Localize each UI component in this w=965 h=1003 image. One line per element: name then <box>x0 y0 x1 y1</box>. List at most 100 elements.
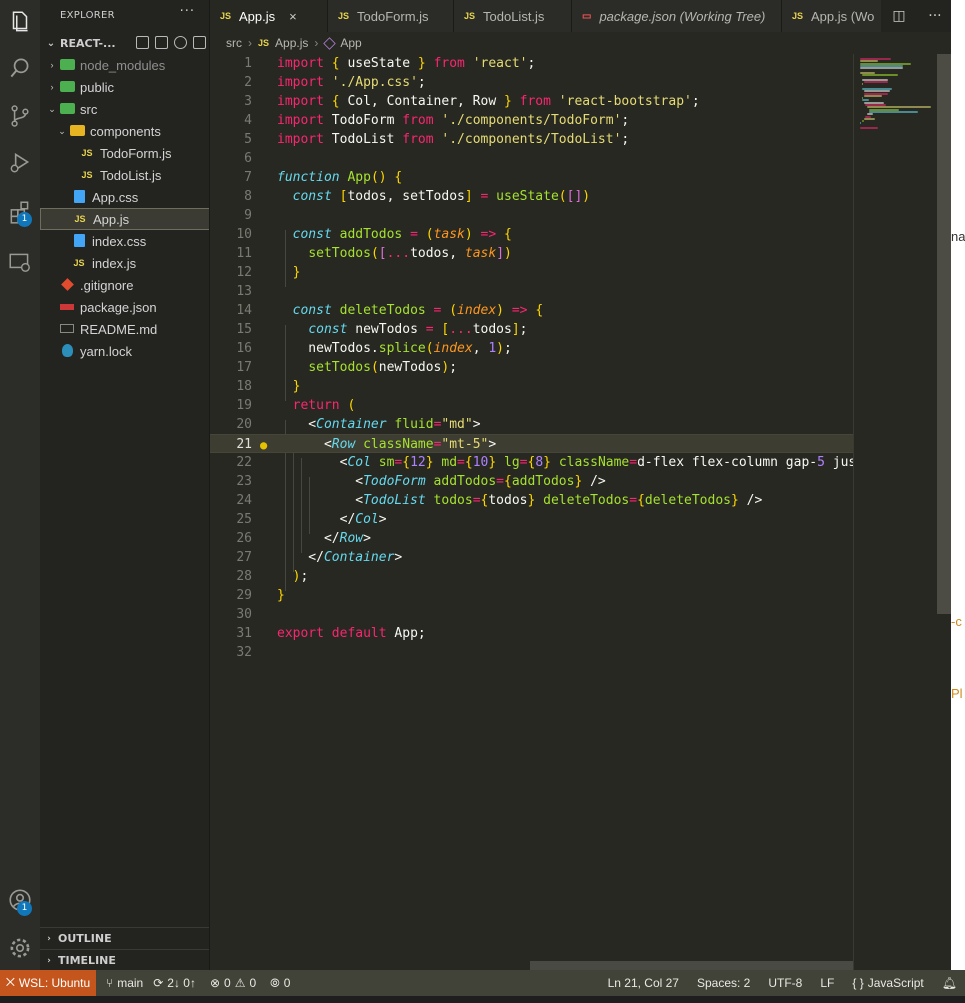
code-line[interactable]: 31 export default App; <box>210 624 853 643</box>
tree-item[interactable]: .gitignore <box>40 274 209 296</box>
ports-indicator[interactable]: ⦾ 0 <box>270 976 290 991</box>
code-line[interactable]: 14 const deleteTodos = (index) => { <box>210 301 853 320</box>
code-line[interactable]: 20 <Container fluid="md"> <box>210 415 853 434</box>
code-line[interactable]: 23 <TodoForm addTodos={addTodos} /> <box>210 472 853 491</box>
end-of-line[interactable]: LF <box>820 976 834 990</box>
collapse-all-icon[interactable] <box>193 36 206 49</box>
breadcrumb-folder[interactable]: src <box>226 36 242 50</box>
notifications-bell-icon[interactable]: 🔔︎ <box>942 976 957 990</box>
code-line[interactable]: 12 } <box>210 263 853 282</box>
line-number: 18 <box>236 379 252 394</box>
code-editor[interactable]: 1 import { useState } from 'react'; 2 impor… <box>210 54 953 970</box>
code-line[interactable]: 29} <box>210 586 853 605</box>
close-tab-icon[interactable]: × <box>289 9 297 24</box>
new-file-icon[interactable] <box>136 36 149 49</box>
code-line[interactable]: 11 setTodos([...todos, task]) <box>210 244 853 263</box>
code-line[interactable]: 25 </Col> <box>210 510 853 529</box>
editor-tab[interactable]: JS TodoForm.js <box>328 0 454 32</box>
code-line[interactable]: 32 <box>210 643 853 662</box>
code-line[interactable]: 2 import './App.css'; <box>210 73 853 92</box>
remote-explorer-icon[interactable] <box>0 242 40 282</box>
minimap-line <box>860 67 903 70</box>
code-line[interactable]: 19 return ( <box>210 396 853 415</box>
code-line[interactable]: 18 } <box>210 377 853 396</box>
js-file-icon: JS <box>258 38 270 48</box>
tree-item[interactable]: › public <box>40 76 209 98</box>
editor-tab[interactable]: JS App.js × <box>210 0 328 32</box>
explorer-more-actions-icon[interactable]: ··· <box>180 4 195 19</box>
tree-item[interactable]: README.md <box>40 318 209 340</box>
breadcrumb-file[interactable]: App.js <box>275 36 308 50</box>
editor-tab[interactable]: JS TodoList.js <box>454 0 572 32</box>
git-branch[interactable]: ⑂ main <box>106 976 143 990</box>
code-line[interactable]: 4 import TodoForm from './components/Todo… <box>210 111 853 130</box>
code-line[interactable]: 10 const addTodos = (task) => { <box>210 225 853 244</box>
tree-item[interactable]: › node_modules <box>40 54 209 76</box>
code-line[interactable]: 30 <box>210 605 853 624</box>
editor-tab[interactable]: JS App.js (Wo <box>782 0 892 32</box>
code-line[interactable]: 17 setTodos(newTodos); <box>210 358 853 377</box>
line-number: 21 <box>236 437 252 452</box>
tree-item[interactable]: yarn.lock <box>40 340 209 362</box>
settings-gear-icon[interactable] <box>0 928 40 968</box>
language-mode[interactable]: { } JavaScript <box>852 976 923 990</box>
more-actions-icon[interactable]: ··· <box>928 8 941 24</box>
source-control-icon[interactable] <box>0 96 40 136</box>
code-line[interactable]: 3 import { Col, Container, Row } from 're… <box>210 92 853 111</box>
code-line[interactable]: 6 <box>210 149 853 168</box>
split-editor-icon[interactable]: ◫ <box>892 8 905 24</box>
tree-item[interactable]: JS index.js <box>40 252 209 274</box>
code-line[interactable]: 9 <box>210 206 853 225</box>
code-line[interactable]: 8 const [todos, setTodos] = useState([]) <box>210 187 853 206</box>
minimap[interactable] <box>853 54 937 970</box>
cursor-position[interactable]: Ln 21, Col 27 <box>608 976 679 990</box>
problems-indicator[interactable]: ⊗ 0 ⚠ 0 <box>210 976 256 990</box>
tree-item-label: .gitignore <box>80 277 134 293</box>
breadcrumb-symbol[interactable]: App <box>340 36 361 50</box>
code-line[interactable]: 7 function App() { <box>210 168 853 187</box>
code-line[interactable]: 22 <Col sm={12} md={10} lg={8} className… <box>210 453 856 472</box>
tree-item[interactable]: ⌄ components <box>40 120 209 142</box>
git-sync[interactable]: ⟳ 2↓ 0↑ <box>153 976 196 990</box>
outline-section[interactable]: › OUTLINE <box>40 927 209 949</box>
vertical-scrollbar[interactable] <box>937 54 951 614</box>
code-line[interactable]: 21 ● <Row className="mt-5"> <box>210 434 853 453</box>
timeline-section[interactable]: › TIMELINE <box>40 949 209 970</box>
code-line[interactable]: 26 </Row> <box>210 529 853 548</box>
indentation[interactable]: Spaces: 2 <box>697 976 750 990</box>
tree-item[interactable]: ⌄ src <box>40 98 209 120</box>
line-number: 27 <box>236 550 252 565</box>
code-line[interactable]: 1 import { useState } from 'react'; <box>210 54 853 73</box>
js-file-icon: JS <box>464 11 476 21</box>
tree-item[interactable]: JS TodoList.js <box>40 164 209 186</box>
new-folder-icon[interactable] <box>155 36 168 49</box>
code-line[interactable]: 24 <TodoList todos={todos} deleteTodos={… <box>210 491 853 510</box>
tree-item[interactable]: index.css <box>40 230 209 252</box>
project-folder-header[interactable]: ⌄ REACT-... <box>40 32 209 54</box>
branch-icon: ⑂ <box>106 976 114 990</box>
remote-indicator[interactable]: ⨉ WSL: Ubuntu <box>0 970 96 996</box>
tree-item[interactable]: JS TodoForm.js <box>40 142 209 164</box>
line-number: 25 <box>236 512 252 527</box>
refresh-icon[interactable] <box>174 36 187 49</box>
tree-item[interactable]: JS App.js <box>40 208 209 230</box>
run-debug-icon[interactable] <box>0 142 40 182</box>
editor-tab[interactable]: ▭ package.json (Working Tree) <box>572 0 782 32</box>
code-text: setTodos(newTodos); <box>308 360 458 375</box>
explorer-icon[interactable] <box>0 2 40 42</box>
code-line[interactable]: 16 newTodos.splice(index, 1); <box>210 339 853 358</box>
code-line[interactable]: 5 import TodoList from './components/Todo… <box>210 130 853 149</box>
code-line[interactable]: 15 const newTodos = [...todos]; <box>210 320 853 339</box>
code-line[interactable]: 13 <box>210 282 853 301</box>
tree-item-label: App.css <box>92 189 139 205</box>
search-icon[interactable] <box>0 48 40 88</box>
minimap-line <box>863 117 875 120</box>
encoding[interactable]: UTF-8 <box>768 976 802 990</box>
tree-item[interactable]: App.css <box>40 186 209 208</box>
code-line[interactable]: 27 </Container> <box>210 548 853 567</box>
chevron-right-icon: › <box>47 955 51 966</box>
code-line[interactable]: 28 ); <box>210 567 853 586</box>
tree-item[interactable]: package.json <box>40 296 209 318</box>
horizontal-scrollbar[interactable] <box>530 961 853 970</box>
js-file-icon: JS <box>81 148 93 158</box>
